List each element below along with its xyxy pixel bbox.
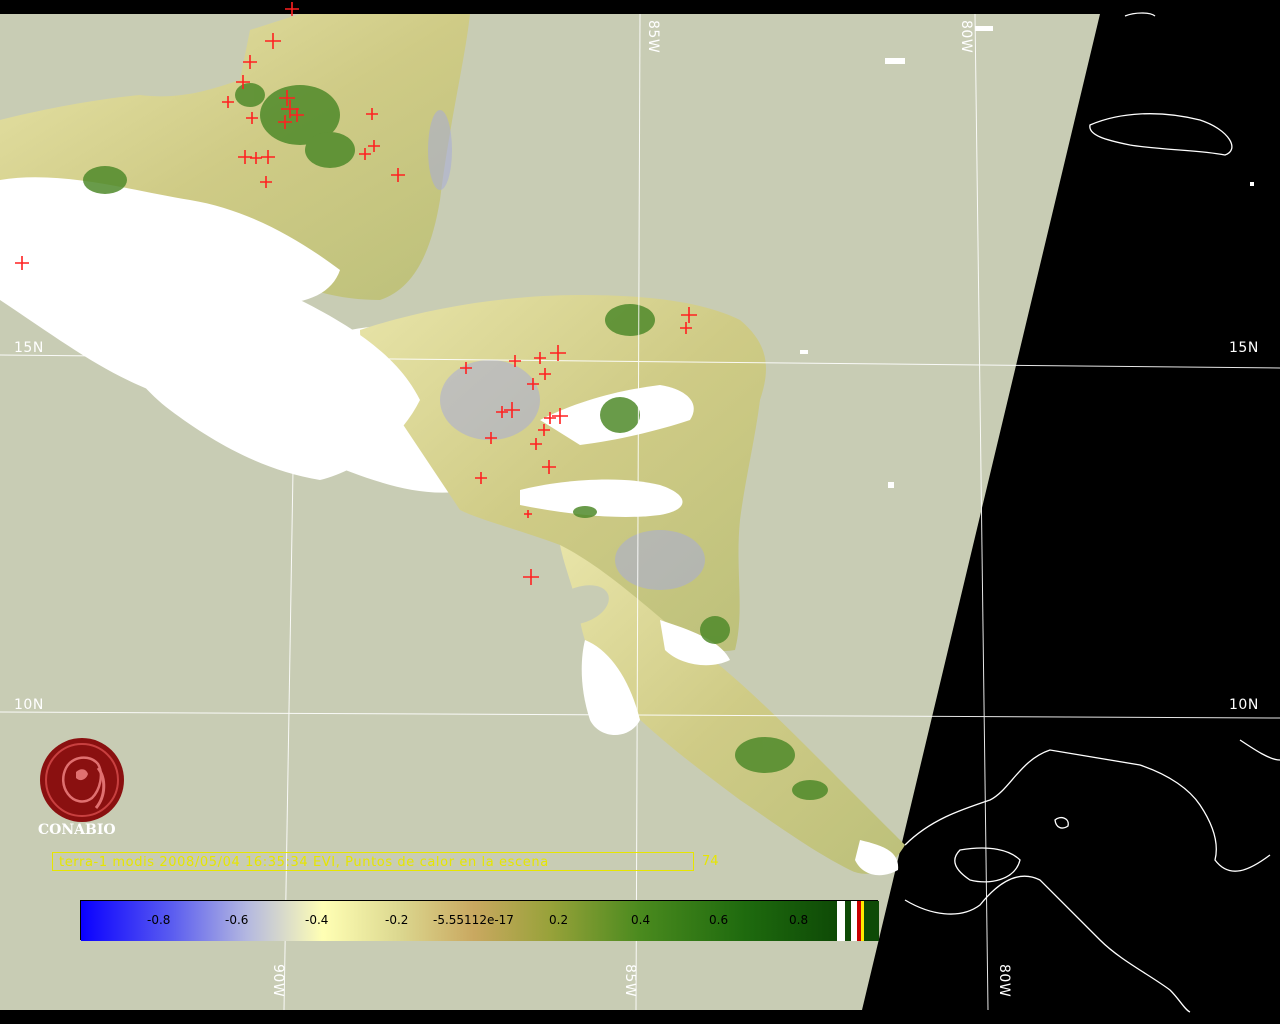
lat-label-15n-right: 15N (1229, 340, 1259, 356)
colorbar-label: 0.4 (631, 913, 651, 927)
lon-label-85w-top: 85W (645, 20, 661, 54)
lat-label-15n-left: 15N (14, 340, 44, 356)
lon-label-90w-bottom: 90W (270, 964, 286, 998)
lon-label-85w-bottom: 85W (622, 964, 638, 998)
colorbar-label: -0.8 (147, 913, 171, 927)
colorbar-label: -0.2 (385, 913, 409, 927)
colorbar-label: -5.55112e-17 (433, 913, 514, 927)
colorbar-label: 0.8 (789, 913, 809, 927)
evi-colorbar: -0.8 -0.6 -0.4 -0.2 -5.55112e-17 0.2 0.4… (80, 900, 879, 941)
hotspot-count: 74 (702, 854, 719, 869)
lon-label-80w-top: 80W (958, 20, 974, 54)
modis-evi-map-view: 85W 80W 15N 15N 10N 10N 90W 85W 80W CONA… (0, 0, 1280, 1024)
logo-wordmark: CONABIO (38, 822, 116, 838)
lat-label-10n-left: 10N (14, 697, 44, 713)
colorbar-label: 0.6 (709, 913, 729, 927)
scene-caption: terra-1 modis 2008/05/04 16:35:34 EVI, P… (52, 852, 694, 871)
lat-label-10n-right: 10N (1229, 697, 1259, 713)
colorbar-label: 0.2 (549, 913, 569, 927)
colorbar-label: -0.6 (225, 913, 249, 927)
lon-label-80w-bottom: 80W (996, 964, 1012, 998)
colorbar-label: -0.4 (305, 913, 329, 927)
